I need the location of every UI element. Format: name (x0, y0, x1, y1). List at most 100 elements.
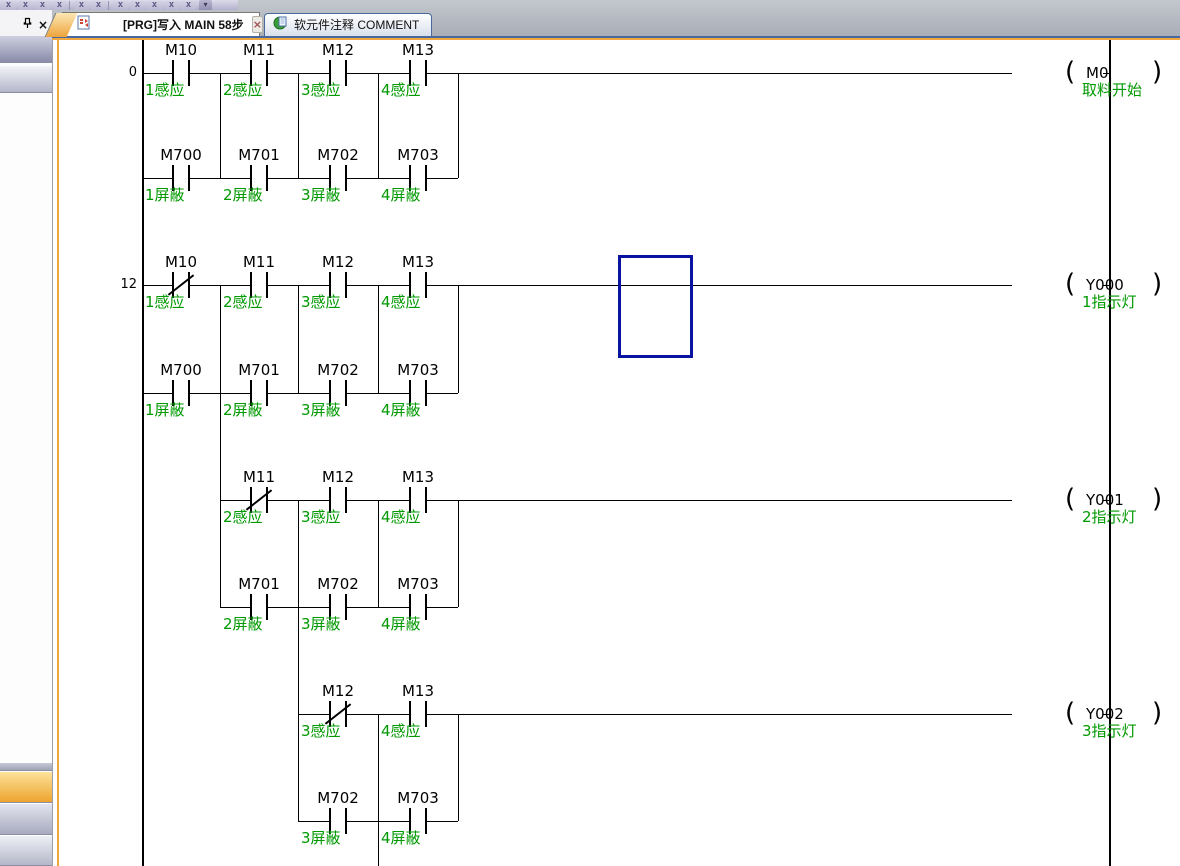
pin-icon[interactable] (22, 16, 33, 34)
power-rail (1109, 40, 1111, 866)
device-name[interactable]: M10 (136, 43, 226, 58)
device-name[interactable]: M703 (373, 791, 463, 806)
device-name[interactable]: M11 (214, 470, 304, 485)
cell-cursor[interactable] (618, 255, 693, 358)
coil-device-name[interactable]: M0 (1086, 65, 1109, 81)
coil-close-paren: ) (1152, 58, 1162, 86)
contact-open-icon[interactable]: x (1, 1, 16, 10)
device-name[interactable]: M703 (373, 148, 463, 163)
ladder-editor-canvas[interactable]: 012M101感应M112感应M123感应M134感应M7001屏蔽M7012屏… (60, 40, 1180, 866)
device-name[interactable]: M703 (373, 363, 463, 378)
device-comment: 4感应 (381, 509, 421, 525)
tab-device-comment[interactable]: 软元件注释 COMMENT (264, 13, 432, 36)
horizontal-line-icon[interactable]: x (91, 1, 106, 10)
device-name[interactable]: M701 (214, 363, 304, 378)
application-instruction-icon[interactable]: x (52, 1, 67, 10)
contact-wire-gap (411, 607, 425, 608)
dock-column (0, 36, 52, 866)
vertical-line-icon[interactable]: x (74, 1, 89, 10)
device-name[interactable]: M10 (136, 255, 226, 270)
device-name[interactable]: M702 (293, 363, 383, 378)
contact-wire-gap (252, 73, 266, 74)
dock-bar-1[interactable] (0, 66, 52, 93)
tab-main-program[interactable]: [PRG]写入 MAIN 58步 × (62, 12, 260, 36)
device-comment: 3感应 (301, 509, 341, 525)
delete-vertical-icon[interactable]: x (113, 1, 128, 10)
device-name[interactable]: M13 (373, 684, 463, 699)
coil-close-paren: ) (1152, 485, 1162, 513)
device-name[interactable]: M13 (373, 43, 463, 58)
device-name[interactable]: M11 (214, 255, 304, 270)
coil-device-name[interactable]: Y001 (1086, 492, 1124, 508)
coil-comment: 2指示灯 (1082, 509, 1137, 525)
wire-horizontal (142, 285, 1012, 286)
edit-line-icon[interactable]: x (181, 1, 196, 10)
device-comment: 4感应 (381, 723, 421, 739)
contact-bar-right (266, 165, 268, 191)
device-comment: 4屏蔽 (381, 830, 421, 846)
device-name[interactable]: M701 (214, 148, 304, 163)
device-name[interactable]: M11 (214, 43, 304, 58)
dock-bar-2[interactable] (0, 763, 52, 771)
device-name[interactable]: M12 (293, 255, 383, 270)
device-name[interactable]: M702 (293, 577, 383, 592)
pulse-falling-icon[interactable]: x (164, 1, 179, 10)
device-name[interactable]: M12 (293, 470, 383, 485)
device-comment: 3屏蔽 (301, 830, 341, 846)
contact-wire-gap (411, 178, 425, 179)
contact-parallel-icon[interactable]: x (18, 1, 33, 10)
coil-comment: 1指示灯 (1082, 294, 1137, 310)
delete-horizontal-icon[interactable]: x (130, 1, 145, 10)
tab-label: 软元件注释 COMMENT (294, 18, 419, 32)
device-comment: 2感应 (223, 82, 263, 98)
device-name[interactable]: M700 (136, 363, 226, 378)
dock-bar-5[interactable] (0, 836, 52, 866)
contact-bar-right (266, 380, 268, 406)
contact-wire-gap (252, 607, 266, 608)
contact-wire-gap (174, 393, 188, 394)
wire-vertical (220, 285, 221, 607)
contact-wire-gap (411, 821, 425, 822)
tab-close-icon[interactable]: × (252, 16, 263, 33)
contact-bar-right (345, 594, 347, 620)
close-icon[interactable]: × (38, 19, 48, 31)
toolbar-separator (108, 1, 111, 10)
device-comment: 1感应 (145, 82, 185, 98)
coil-comment: 取料开始 (1082, 82, 1142, 98)
device-comment: 3感应 (301, 294, 341, 310)
contact-wire-gap (174, 178, 188, 179)
pulse-rising-icon[interactable]: x (147, 1, 162, 10)
dock-bar-3[interactable] (0, 772, 52, 803)
device-name[interactable]: M703 (373, 577, 463, 592)
device-name[interactable]: M702 (293, 791, 383, 806)
contact-wire-gap (331, 285, 345, 286)
coil-device-name[interactable]: Y002 (1086, 706, 1124, 722)
dock-divider[interactable] (52, 36, 53, 866)
toolbar-overflow-icon[interactable]: ▾ (199, 0, 212, 10)
contact-bar-right (345, 380, 347, 406)
device-comment: 3屏蔽 (301, 616, 341, 632)
device-name[interactable]: M702 (293, 148, 383, 163)
coil-close-paren: ) (1152, 270, 1162, 298)
contact-bar-right (425, 701, 427, 727)
coil-icon[interactable]: x (35, 1, 50, 10)
contact-wire-gap (411, 714, 425, 715)
device-name[interactable]: M700 (136, 148, 226, 163)
device-name[interactable]: M12 (293, 43, 383, 58)
contact-wire-gap (252, 178, 266, 179)
device-comment: 2屏蔽 (223, 616, 263, 632)
device-comment: 4感应 (381, 82, 421, 98)
device-name[interactable]: M12 (293, 684, 383, 699)
device-name[interactable]: M13 (373, 255, 463, 270)
contact-wire-gap (331, 73, 345, 74)
coil-open-paren: ( (1065, 699, 1075, 727)
device-name[interactable]: M13 (373, 470, 463, 485)
device-name[interactable]: M701 (214, 577, 304, 592)
device-comment: 3屏蔽 (301, 402, 341, 418)
coil-device-name[interactable]: Y000 (1086, 277, 1124, 293)
contact-bar-right (345, 487, 347, 513)
prg-ladder-icon (76, 15, 91, 35)
dock-bar-0[interactable] (0, 36, 52, 63)
dock-bar-4[interactable] (0, 804, 52, 835)
device-comment: 3屏蔽 (301, 187, 341, 203)
